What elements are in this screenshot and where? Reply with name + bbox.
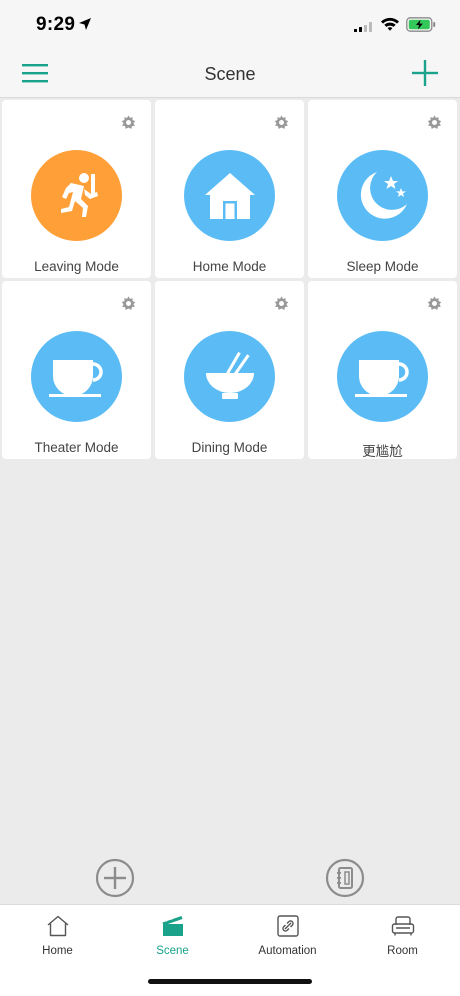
scene-icon-circle	[337, 331, 428, 422]
notebook-icon[interactable]	[325, 858, 365, 898]
bowl-chopsticks-icon	[205, 351, 254, 399]
scene-label: 更尴尬	[362, 444, 403, 459]
scene-label: Leaving Mode	[34, 259, 119, 274]
page-title: Scene	[204, 64, 256, 84]
running-person-icon	[60, 172, 98, 217]
scene-label: Home Mode	[192, 259, 267, 274]
scene-card-sleep-mode[interactable]: Sleep Mode	[308, 100, 457, 278]
home-indicator	[148, 979, 312, 984]
location-arrow-icon	[79, 18, 91, 30]
scene-icon-circle	[31, 150, 122, 241]
teacup-icon	[48, 359, 103, 397]
tab-label: Home	[42, 945, 73, 957]
gear-icon[interactable]	[120, 114, 137, 131]
tab-scene[interactable]: Scene	[115, 905, 230, 965]
tab-home[interactable]: Home	[0, 905, 115, 965]
tab-automation[interactable]: Automation	[230, 905, 345, 965]
gear-icon[interactable]	[426, 114, 443, 131]
battery-charging-icon	[406, 17, 436, 32]
moon-stars-icon	[360, 171, 407, 219]
teacup-icon	[354, 359, 409, 397]
tab-label: Scene	[156, 945, 189, 957]
scene-card-leaving-mode[interactable]: Leaving Mode	[2, 100, 151, 278]
scene-card-home-mode[interactable]: Home Mode	[155, 100, 304, 278]
add-scene-icon[interactable]	[412, 60, 438, 86]
scene-icon-circle	[184, 150, 275, 241]
scene-card-custom[interactable]: 更尴尬	[308, 281, 457, 459]
app-header: Scene	[0, 50, 460, 98]
scene-grid: Leaving Mode Home Mode Sleep Mode Theate…	[2, 100, 458, 459]
house-icon	[204, 172, 255, 219]
home-outline-icon	[47, 915, 69, 937]
status-bar: 9:29	[0, 0, 460, 50]
gear-icon[interactable]	[273, 114, 290, 131]
scene-card-theater-mode[interactable]: Theater Mode	[2, 281, 151, 459]
gear-icon[interactable]	[426, 295, 443, 312]
sofa-icon	[391, 916, 415, 936]
add-circle-icon[interactable]	[95, 858, 135, 898]
scene-card-dining-mode[interactable]: Dining Mode	[155, 281, 304, 459]
scene-label: Sleep Mode	[346, 259, 419, 274]
link-icon	[277, 915, 299, 937]
cellular-signal-icon	[354, 22, 372, 32]
scene-label: Dining Mode	[191, 440, 268, 455]
tab-room[interactable]: Room	[345, 905, 460, 965]
tab-label: Room	[387, 945, 418, 957]
wifi-icon	[381, 17, 399, 31]
scene-icon-circle	[31, 331, 122, 422]
scene-icon-circle	[337, 150, 428, 241]
status-time: 9:29	[36, 14, 76, 35]
scene-label: Theater Mode	[34, 440, 119, 455]
gear-icon[interactable]	[120, 295, 137, 312]
tab-label: Automation	[258, 945, 317, 957]
scene-icon-circle	[184, 331, 275, 422]
gear-icon[interactable]	[273, 295, 290, 312]
clapperboard-icon	[162, 916, 183, 936]
